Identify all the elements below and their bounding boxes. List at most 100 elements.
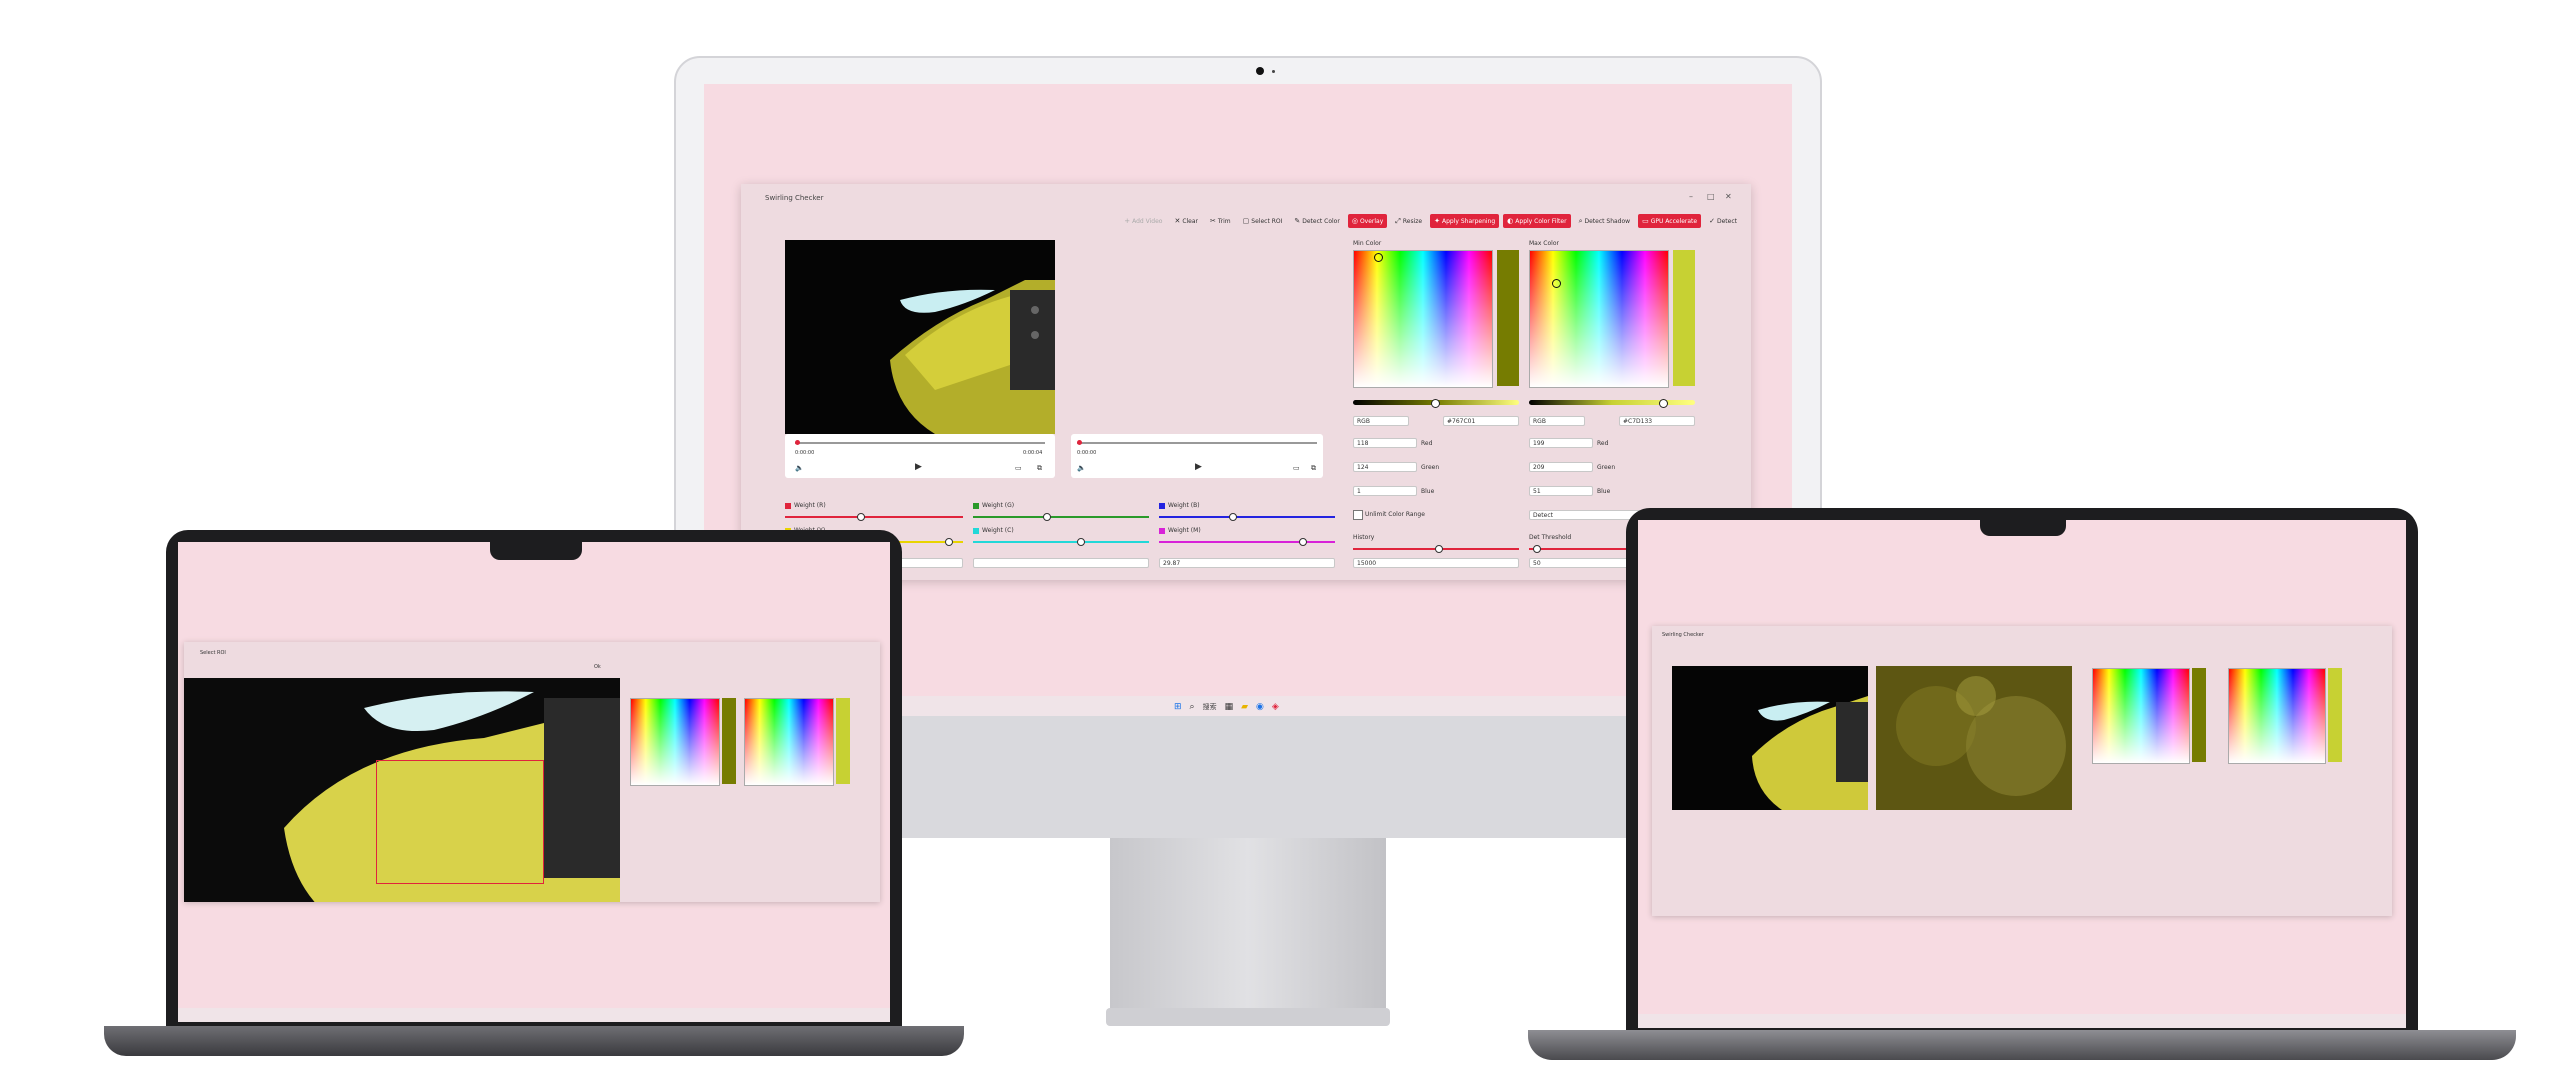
min-hex-field[interactable]: #767C01 (1443, 416, 1519, 426)
max-red-field[interactable]: 199 (1529, 438, 1593, 448)
fullscreen2-icon[interactable]: ▭ (1293, 464, 1300, 472)
laptop-right-min-swatch (2192, 668, 2206, 762)
player-controls: 0:00:00 0:00:04 🔈 ▶ ▭ ⧉ (785, 434, 1055, 478)
detect-button[interactable]: ✓ Detect (1705, 214, 1741, 228)
timeline2-slider[interactable] (1077, 440, 1317, 445)
volume-icon[interactable]: 🔈 (795, 464, 804, 472)
resize-button[interactable]: ⤢ Resize (1391, 214, 1426, 228)
start-icon[interactable]: ⊞ (1174, 702, 1182, 712)
laptop-left-min-swatch (722, 698, 736, 784)
laptop-right-video2[interactable] (1876, 666, 2072, 810)
minimize-button[interactable]: – (1689, 192, 1693, 201)
video-preview[interactable] (785, 240, 1055, 434)
video-frame (785, 240, 1055, 434)
popout-icon[interactable]: ⧉ (1037, 464, 1042, 473)
max-color-picker[interactable] (1529, 250, 1669, 388)
history-slider[interactable] (1353, 545, 1519, 553)
laptop-right-video1[interactable] (1672, 666, 1868, 810)
select-roi-label: Select ROI (1251, 217, 1283, 225)
param-mid-field[interactable] (973, 558, 1149, 568)
app-window[interactable]: Swirling Checker – □ ✕ + Add Video ✕ Clear ✂… (741, 184, 1751, 580)
detect-label: Detect (1716, 217, 1737, 225)
clear-button[interactable]: ✕ Clear (1170, 214, 1202, 228)
unlimit-checkbox[interactable] (1353, 510, 1363, 520)
laptop-left-app-window[interactable]: Select ROI Ok (184, 642, 880, 902)
max-color-brightness-slider[interactable] (1529, 399, 1695, 408)
weight-c-slider[interactable] (973, 538, 1149, 546)
weight-r-slider[interactable] (785, 513, 963, 521)
gpu-accelerate-button[interactable]: ▭ GPU Accelerate (1638, 214, 1702, 228)
min-red-field[interactable]: 118 (1353, 438, 1417, 448)
detect-shadow-label: Detect Shadow (1584, 217, 1631, 225)
laptop-left-min-picker[interactable] (630, 698, 720, 786)
min-green-field[interactable]: 124 (1353, 462, 1417, 472)
max-hex-field[interactable]: #C7D133 (1619, 416, 1695, 426)
max-blue-field[interactable]: 51 (1529, 486, 1593, 496)
laptop-left-max-swatch (836, 698, 850, 784)
close-button[interactable]: ✕ (1725, 192, 1732, 201)
play2-icon[interactable]: ▶ (1195, 462, 1202, 472)
laptop-left-screen: Select ROI Ok (178, 542, 890, 1022)
add-video-label: Add Video (1132, 217, 1163, 225)
min-mode-select[interactable]: RGB (1353, 416, 1409, 426)
camera-dot (1256, 67, 1264, 75)
browser-icon[interactable]: ◉ (1256, 702, 1264, 712)
param-b-field[interactable]: 29.87 (1159, 558, 1335, 568)
max-color-swatch (1673, 250, 1695, 386)
roi-icon: ▢ (1242, 217, 1250, 225)
apply-color-filter-label: Apply Color Filter (1515, 217, 1567, 225)
laptop-right-min-picker[interactable] (2092, 668, 2190, 764)
select-roi-button[interactable]: ▢ Select ROI (1239, 214, 1287, 228)
fullscreen-icon[interactable]: ▭ (1015, 464, 1022, 472)
max-color-label: Max Color (1529, 240, 1559, 247)
laptop-right-video1-frame (1672, 666, 1868, 810)
min-color-picker[interactable] (1353, 250, 1493, 388)
min-color-brightness-slider[interactable] (1353, 399, 1519, 408)
overlay-label: Overlay (1359, 217, 1384, 225)
sharpen-icon: ✦ (1434, 217, 1440, 225)
detect-color-button[interactable]: ✎ Detect Color (1290, 214, 1343, 228)
time2-current: 0:00:00 (1077, 450, 1097, 456)
laptop-left-max-picker[interactable] (744, 698, 834, 786)
detect-shadow-button[interactable]: ⌕ Detect Shadow (1575, 214, 1635, 228)
maximize-button[interactable]: □ (1707, 192, 1715, 201)
history-field[interactable]: 15000 (1353, 558, 1519, 568)
max-green-field[interactable]: 209 (1529, 462, 1593, 472)
timeline-slider[interactable] (795, 440, 1045, 445)
resize-icon: ⤢ (1395, 216, 1401, 225)
min-blue-field[interactable]: 1 (1353, 486, 1417, 496)
trim-button[interactable]: ✂ Trim (1206, 214, 1235, 228)
roi-ok-button[interactable]: Ok (594, 664, 601, 670)
weight-m-slider[interactable] (1159, 538, 1335, 546)
max-mode-select[interactable]: RGB (1529, 416, 1585, 426)
volume2-icon[interactable]: 🔈 (1077, 464, 1086, 472)
roi-video[interactable] (184, 678, 620, 902)
min-color-swatch (1497, 250, 1519, 386)
min-blue-label: Blue (1421, 488, 1435, 495)
resize-label: Resize (1402, 217, 1423, 225)
laptop-right-window-title: Swirling Checker (1662, 632, 1704, 638)
apply-sharpening-button[interactable]: ✦ Apply Sharpening (1430, 214, 1500, 228)
taskbar-search-icon[interactable]: ⌕ (1190, 702, 1195, 712)
laptop-right-app-window[interactable]: Swirling Checker (1652, 626, 2392, 916)
apply-color-filter-button[interactable]: ◐ Apply Color Filter (1503, 214, 1571, 228)
search-icon: ⌕ (1578, 216, 1583, 225)
filter-icon: ◐ (1507, 217, 1514, 225)
player2-controls: 0:00:00 🔈 ▶ ▭ ⧉ (1071, 434, 1323, 478)
laptop-right-taskbar (1638, 1014, 2406, 1028)
roi-selection-box[interactable] (376, 760, 544, 884)
camera-sensor (1272, 70, 1275, 73)
weight-g-slider[interactable] (973, 513, 1149, 521)
app-icon[interactable]: ◈ (1272, 702, 1279, 712)
laptop-right-max-picker[interactable] (2228, 668, 2326, 764)
file-explorer-icon[interactable]: ▰ (1241, 702, 1248, 712)
weight-b-slider[interactable] (1159, 513, 1335, 521)
taskbar-search-label[interactable]: 搜索 (1203, 702, 1217, 712)
check-icon: ✓ (1709, 217, 1715, 225)
add-video-button[interactable]: + Add Video (1120, 214, 1166, 228)
threshold-label: Det Threshold (1529, 534, 1572, 541)
popout2-icon[interactable]: ⧉ (1311, 464, 1316, 473)
widgets-icon[interactable]: ▦ (1225, 702, 1234, 712)
play-icon[interactable]: ▶ (915, 462, 922, 472)
overlay-button[interactable]: ◎ Overlay (1347, 214, 1388, 228)
